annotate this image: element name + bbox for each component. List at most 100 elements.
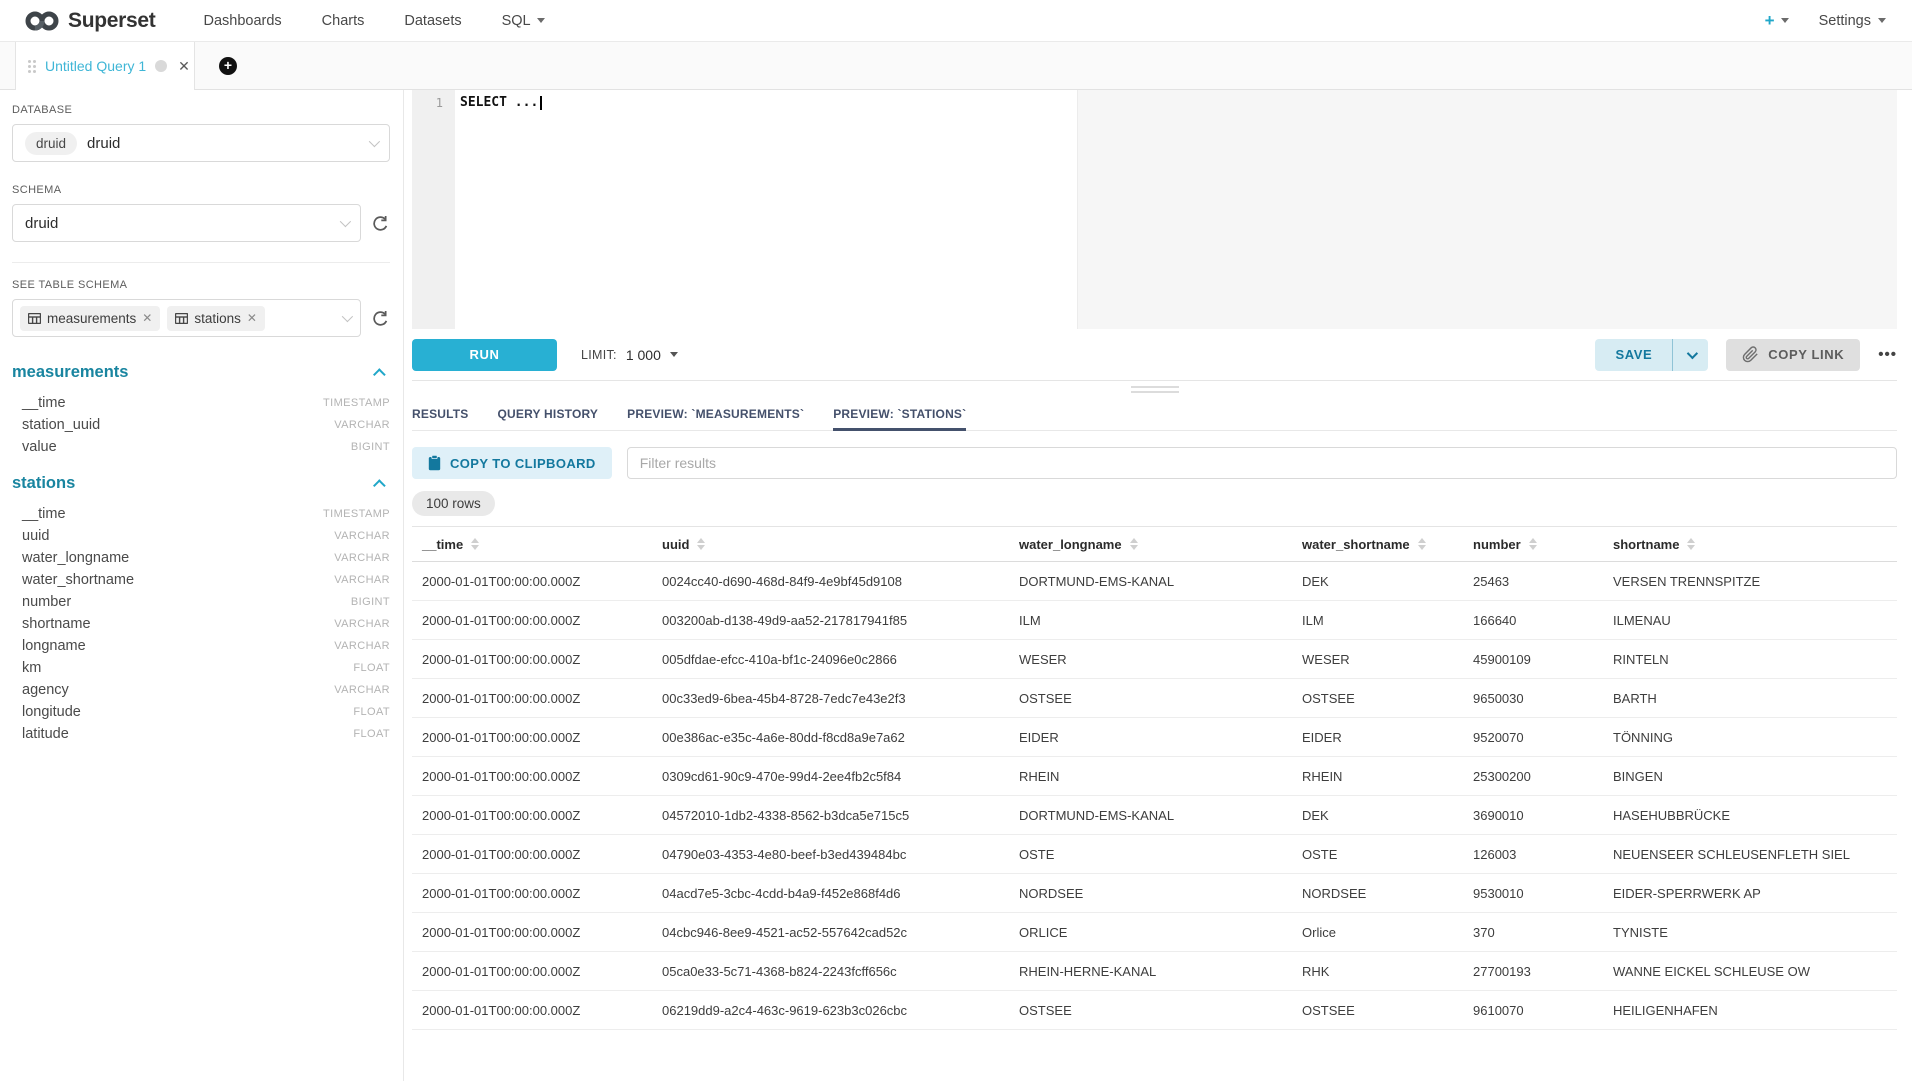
column-type: VARCHAR <box>334 640 390 652</box>
nav-sql-menu[interactable]: SQL <box>482 13 565 29</box>
nav-dashboards[interactable]: Dashboards <box>183 13 301 29</box>
table-row: 2000-01-01T00:00:00.000Z 04cbc946-8ee9-4… <box>412 913 1897 952</box>
column-header[interactable]: shortname <box>1603 527 1897 562</box>
schema-column-row: station_uuid VARCHAR <box>12 414 390 436</box>
cell-time: 2000-01-01T00:00:00.000Z <box>412 640 652 679</box>
cell-water-shortname: RHK <box>1292 952 1463 991</box>
table-schema-select[interactable]: measurements ✕ stations ✕ <box>12 299 361 337</box>
schema-column-row: latitude FLOAT <box>12 723 390 745</box>
cell-number: 3690010 <box>1463 796 1603 835</box>
column-type: VARCHAR <box>334 552 390 564</box>
column-header[interactable]: uuid <box>652 527 1009 562</box>
cell-uuid: 04790e03-4353-4e80-beef-b3ed439484bc <box>652 835 1009 874</box>
cell-time: 2000-01-01T00:00:00.000Z <box>412 991 652 1030</box>
column-header-label: water_shortname <box>1302 537 1410 552</box>
results-tab[interactable]: PREVIEW: `MEASUREMENTS` <box>627 397 804 430</box>
measurements-schema-header[interactable]: measurements <box>12 363 390 382</box>
database-label: DATABASE <box>12 104 390 116</box>
column-type: TIMESTAMP <box>323 397 390 409</box>
table-tag[interactable]: stations ✕ <box>167 306 265 331</box>
schema-select[interactable]: druid <box>12 204 361 242</box>
cell-water-shortname: WESER <box>1292 640 1463 679</box>
stations-schema-header[interactable]: stations <box>12 474 390 493</box>
table-row: 2000-01-01T00:00:00.000Z 00e386ac-e35c-4… <box>412 718 1897 757</box>
column-header[interactable]: number <box>1463 527 1603 562</box>
chevron-down-icon <box>342 311 353 322</box>
cell-number: 45900109 <box>1463 640 1603 679</box>
cell-number: 9530010 <box>1463 874 1603 913</box>
column-type: VARCHAR <box>334 684 390 696</box>
query-tab[interactable]: Untitled Query 1 ✕ <box>15 42 195 90</box>
column-name: uuid <box>22 528 49 544</box>
save-button[interactable]: SAVE <box>1595 339 1672 371</box>
cell-uuid: 005dfdae-efcc-410a-bf1c-24096e0c2866 <box>652 640 1009 679</box>
results-tab[interactable]: QUERY HISTORY <box>498 397 599 430</box>
schema-column-row: agency VARCHAR <box>12 679 390 701</box>
remove-table-icon[interactable]: ✕ <box>142 311 152 325</box>
limit-label: LIMIT: <box>581 348 617 362</box>
table-row: 2000-01-01T00:00:00.000Z 00c33ed9-6bea-4… <box>412 679 1897 718</box>
results-tab[interactable]: RESULTS <box>412 397 469 430</box>
editor-code-area[interactable]: SELECT ... <box>455 90 1897 329</box>
database-value: druid <box>87 135 120 152</box>
cell-water-longname: RHEIN <box>1009 757 1292 796</box>
filter-results-input[interactable] <box>627 447 1897 479</box>
limit-value: 1 000 <box>626 347 661 363</box>
nav-datasets[interactable]: Datasets <box>384 13 481 29</box>
column-type: FLOAT <box>353 728 390 740</box>
sort-icon <box>1687 538 1695 550</box>
chevron-down-icon <box>670 352 678 357</box>
close-tab-icon[interactable]: ✕ <box>178 58 190 75</box>
table-row: 2000-01-01T00:00:00.000Z 04572010-1db2-4… <box>412 796 1897 835</box>
new-item-menu[interactable]: + <box>1765 11 1789 31</box>
chevron-down-icon <box>1687 347 1698 358</box>
run-button[interactable]: RUN <box>412 339 557 371</box>
cell-uuid: 0309cd61-90c9-470e-99d4-2ee4fb2c5f84 <box>652 757 1009 796</box>
table-tag-label: stations <box>194 311 241 326</box>
sql-lab-sidebar: DATABASE druid druid SCHEMA druid SEE TA… <box>0 90 404 1081</box>
column-name: longname <box>22 638 86 654</box>
query-tab-title[interactable]: Untitled Query 1 <box>45 58 146 74</box>
table-row: 2000-01-01T00:00:00.000Z 04790e03-4353-4… <box>412 835 1897 874</box>
column-header[interactable]: water_shortname <box>1292 527 1463 562</box>
cell-number: 166640 <box>1463 601 1603 640</box>
cell-number: 25300200 <box>1463 757 1603 796</box>
more-actions-button[interactable]: ••• <box>1878 346 1897 363</box>
copy-to-clipboard-button[interactable]: COPY TO CLIPBOARD <box>412 447 612 479</box>
cell-time: 2000-01-01T00:00:00.000Z <box>412 679 652 718</box>
schema-column-row: __time TIMESTAMP <box>12 503 390 525</box>
cell-number: 25463 <box>1463 562 1603 601</box>
save-options-button[interactable] <box>1672 339 1708 371</box>
drag-handle-icon[interactable] <box>28 60 36 73</box>
cell-number: 126003 <box>1463 835 1603 874</box>
table-tag[interactable]: measurements ✕ <box>20 306 160 331</box>
refresh-tables-button[interactable] <box>371 309 390 328</box>
sql-editor[interactable]: 1 SELECT ... <box>412 90 1897 329</box>
cell-water-shortname: DEK <box>1292 562 1463 601</box>
database-select[interactable]: druid druid <box>12 124 390 162</box>
cell-water-longname: NORDSEE <box>1009 874 1292 913</box>
refresh-schemas-button[interactable] <box>371 214 390 233</box>
add-tab-button[interactable]: + <box>219 57 237 75</box>
copy-link-button[interactable]: COPY LINK <box>1726 339 1860 371</box>
cell-number: 9520070 <box>1463 718 1603 757</box>
remove-table-icon[interactable]: ✕ <box>247 311 257 325</box>
column-header[interactable]: __time <box>412 527 652 562</box>
column-type: VARCHAR <box>334 574 390 586</box>
limit-dropdown[interactable]: LIMIT: 1 000 <box>581 347 678 363</box>
pane-resize-handle[interactable] <box>1131 386 1179 396</box>
cell-water-longname: OSTSEE <box>1009 991 1292 1030</box>
cell-shortname: HEILIGENHAFEN <box>1603 991 1897 1030</box>
column-header-label: number <box>1473 537 1521 552</box>
column-header[interactable]: water_longname <box>1009 527 1292 562</box>
schema-column-row: water_shortname VARCHAR <box>12 569 390 591</box>
chevron-up-icon <box>373 368 386 381</box>
settings-menu[interactable]: Settings <box>1819 13 1886 29</box>
superset-logo[interactable]: Superset <box>24 9 155 33</box>
nav-charts[interactable]: Charts <box>302 13 385 29</box>
superset-app: Superset Dashboards Charts Datasets SQL … <box>0 0 1912 1081</box>
database-type-tag: druid <box>25 132 77 155</box>
sort-icon <box>1529 538 1537 550</box>
cell-uuid: 04572010-1db2-4338-8562-b3dca5e715c5 <box>652 796 1009 835</box>
results-tab[interactable]: PREVIEW: `STATIONS` <box>833 397 966 430</box>
